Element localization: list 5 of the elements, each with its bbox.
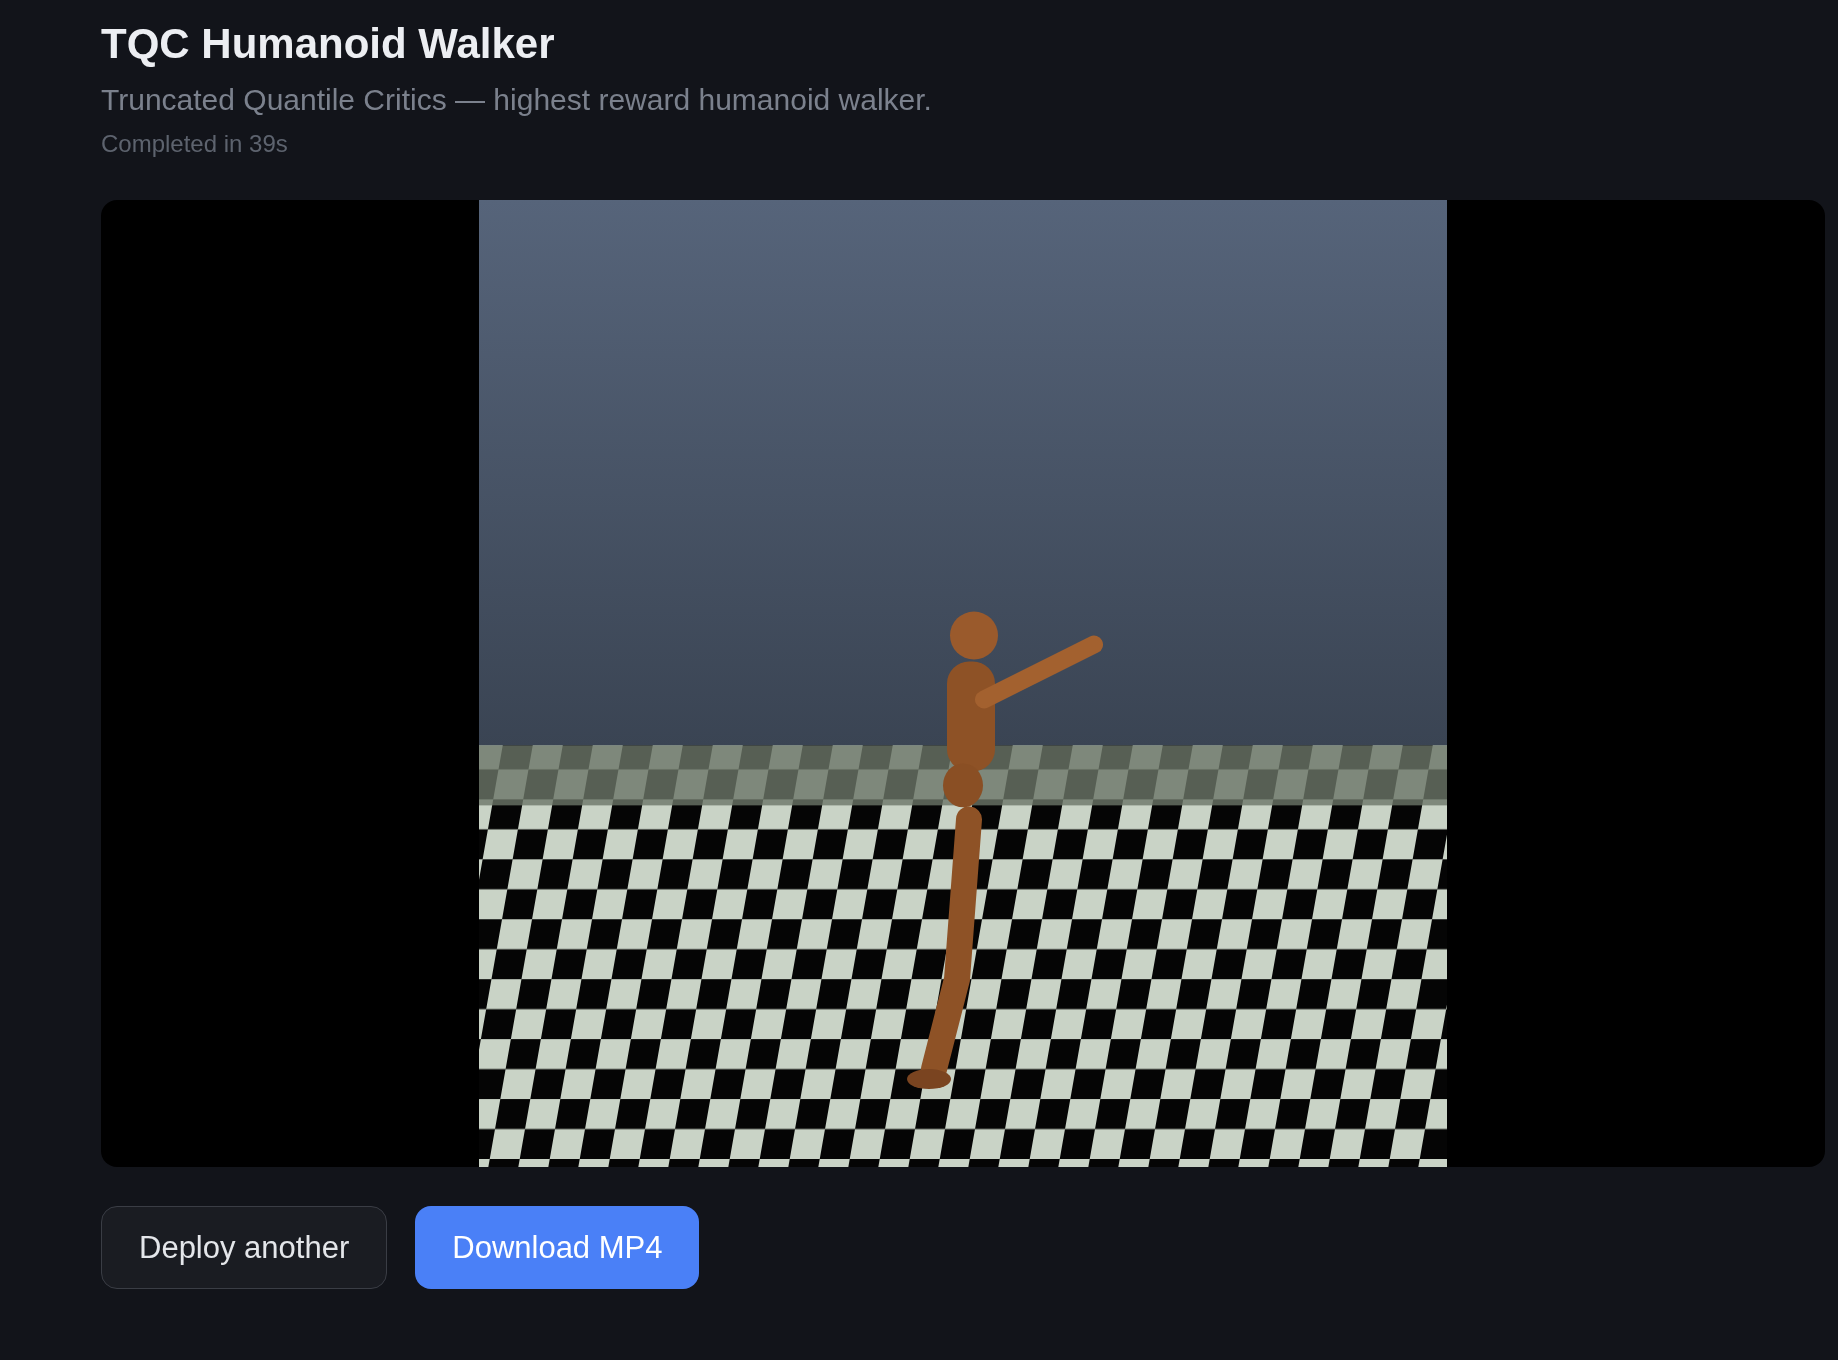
deploy-button[interactable]: Deploy another xyxy=(101,1206,388,1289)
download-button[interactable]: Download MP4 xyxy=(415,1206,700,1289)
page-title: TQC Humanoid Walker xyxy=(101,19,556,69)
page-subtitle: Truncated Quantile Critics — highest reward humanoid walker. xyxy=(101,82,933,118)
status-text: Completed in 39s xyxy=(101,129,289,159)
